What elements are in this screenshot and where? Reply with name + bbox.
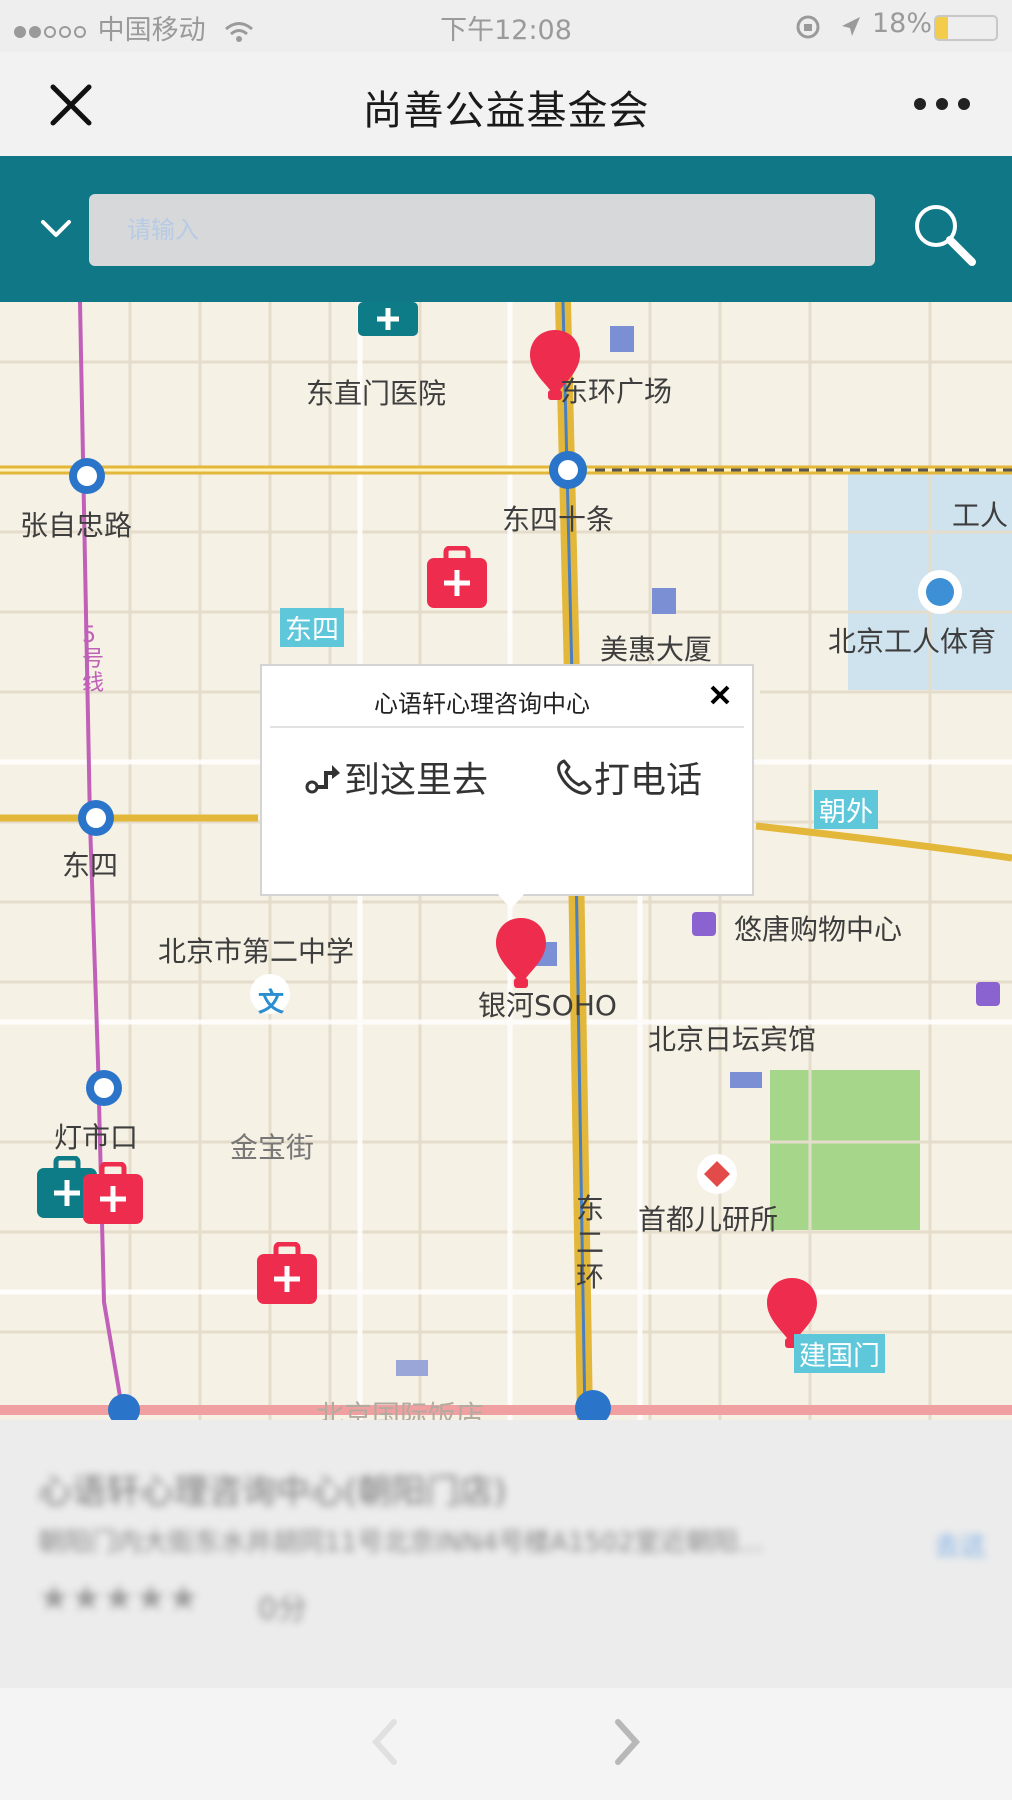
place-popup: 心语轩心理咨询中心 到这里去 打电话	[260, 664, 754, 896]
go-here-link[interactable]: 去这	[934, 1526, 986, 1563]
medical-kit-icon[interactable]	[426, 546, 488, 610]
building-icon	[610, 326, 634, 352]
forward-arrow-icon[interactable]	[612, 1718, 642, 1766]
search-bar	[0, 156, 1012, 302]
map-label: 东四	[62, 849, 119, 882]
rating-stars: ★★★★★	[38, 1578, 200, 1619]
hotel-icon	[396, 1360, 428, 1376]
popup-title: 心语轩心理咨询中心	[374, 690, 590, 718]
map-label: 东二环	[576, 1192, 605, 1293]
shopping-icon	[976, 982, 1000, 1006]
search-input[interactable]	[89, 194, 875, 266]
map-label: 银河SOHO	[478, 989, 617, 1022]
bottom-nav-bar	[0, 1688, 1012, 1800]
map-label: 首都儿研所	[638, 1203, 779, 1236]
call-label: 打电话	[594, 760, 703, 801]
building-icon	[652, 588, 676, 614]
more-options-icon[interactable]	[912, 96, 972, 112]
subway-line-label: 5号线	[82, 623, 105, 696]
search-icon[interactable]	[910, 200, 978, 268]
map-label: 北京工人体育	[828, 625, 997, 658]
map-label: 北京市第二中学	[158, 935, 355, 968]
title-bar: 尚善公益基金会	[0, 52, 1012, 156]
map-label: 北京国际饭店	[316, 1399, 485, 1420]
map-tag: 朝外	[814, 790, 878, 829]
chevron-down-icon[interactable]	[40, 218, 72, 240]
call-button[interactable]: 打电话	[554, 752, 702, 802]
map-tag: 东四	[280, 608, 344, 647]
place-info-panel[interactable]: 心语轩心理咨询中心(朝阳门店) 朝阳门内大街东水井胡同11号北京INN4号楼A1…	[0, 1420, 1012, 1688]
place-address: 朝阳门内大街东水井胡同11号北京INN4号楼A1502室近朝阳...	[38, 1528, 763, 1558]
lock-rotation-icon	[796, 15, 820, 39]
popup-pointer	[497, 893, 525, 909]
hotel-icon	[730, 1072, 762, 1088]
stadium-icon	[926, 578, 954, 606]
page-title: 尚善公益基金会	[362, 88, 650, 134]
map-label: 美惠大厦	[600, 633, 713, 666]
status-bar: 中国移动 下午12:08 18%	[0, 0, 1012, 52]
map-label: 张自忠路	[20, 509, 133, 542]
close-icon[interactable]	[709, 684, 731, 706]
location-arrow-icon	[842, 17, 860, 36]
phone-icon	[557, 759, 592, 795]
medical-kit-icon[interactable]	[256, 1242, 318, 1306]
map-label: 东直门医院	[306, 377, 447, 410]
rating-score: 0分	[258, 1592, 308, 1627]
battery-icon	[934, 15, 998, 41]
park-area	[770, 1070, 920, 1230]
shopping-icon	[692, 912, 716, 936]
map-label: 北京日坛宾馆	[648, 1023, 817, 1056]
map-label: 金宝街	[230, 1131, 315, 1164]
navigate-button[interactable]: 到这里去	[304, 752, 488, 802]
school-icon: 文	[258, 988, 285, 1018]
map-label: 东环广场	[560, 375, 673, 408]
map-label: 工人	[952, 499, 1009, 532]
battery-percent: 18%	[872, 8, 933, 39]
place-name: 心语轩心理咨询中心(朝阳门店)	[38, 1472, 507, 1512]
medical-kit-icon[interactable]	[356, 302, 420, 338]
back-arrow-icon[interactable]	[370, 1718, 400, 1766]
popup-divider	[270, 726, 744, 728]
navigate-label: 到这里去	[344, 760, 489, 801]
medical-kit-icon[interactable]	[82, 1162, 144, 1226]
route-icon	[305, 765, 340, 794]
map-label: 悠唐购物中心	[734, 913, 903, 946]
map-label: 东四十条	[502, 503, 615, 536]
map-label: 灯市口	[54, 1121, 139, 1154]
location-marker-icon[interactable]	[494, 916, 548, 992]
map-tag: 建国门	[794, 1334, 885, 1373]
